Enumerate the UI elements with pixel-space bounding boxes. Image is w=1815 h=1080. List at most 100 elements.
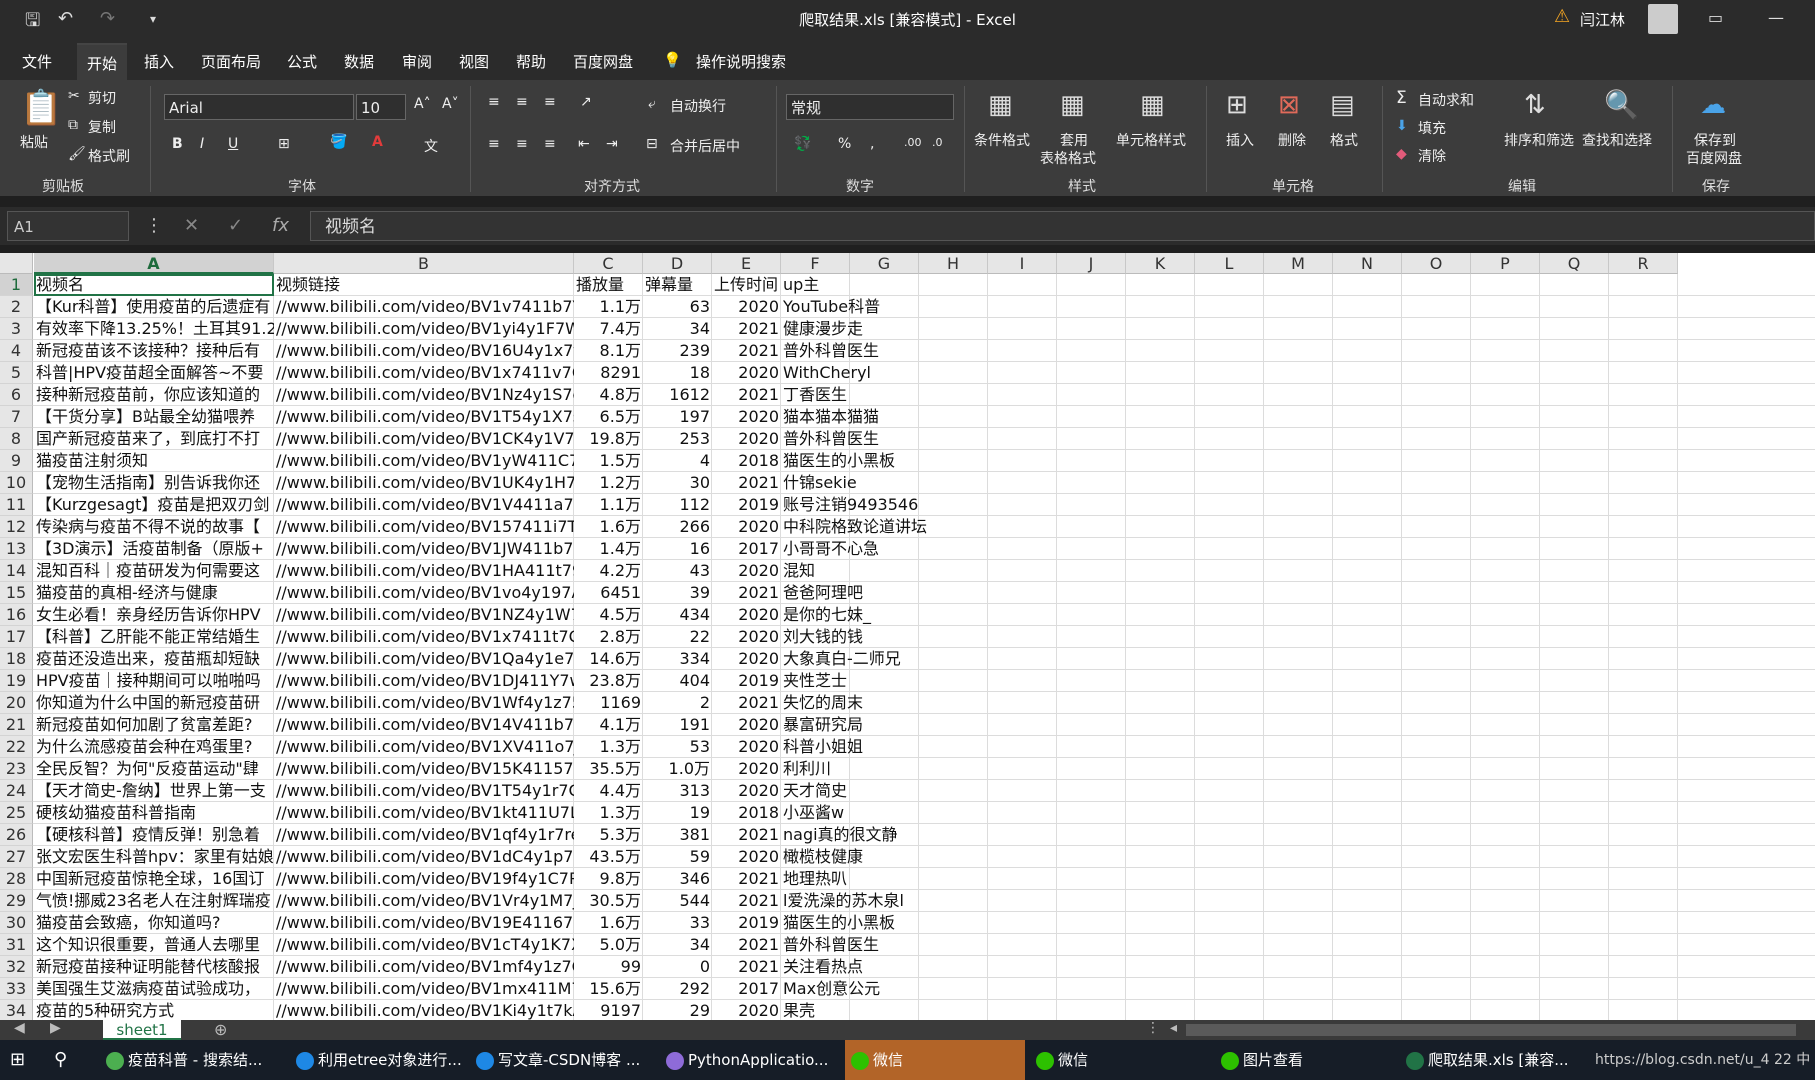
- row-header[interactable]: 31: [0, 934, 33, 956]
- table-cell[interactable]: 1.1万: [574, 296, 643, 318]
- tab-page-layout[interactable]: 页面布局: [201, 51, 261, 72]
- phonetic-icon[interactable]: 文: [424, 136, 438, 156]
- taskbar-item[interactable]: 爬取结果.xls [兼容...: [1400, 1040, 1590, 1080]
- table-cell[interactable]: 猫医生的小黑板: [781, 450, 939, 472]
- align-bottom-icon[interactable]: ≡: [544, 94, 556, 110]
- header-cell[interactable]: 视频链接: [274, 274, 574, 296]
- table-cell[interactable]: 接种新冠疫苗前，你应该知道的: [34, 384, 274, 406]
- font-name-select[interactable]: Arial: [164, 94, 354, 120]
- table-cell[interactable]: nagi真的很文静: [781, 824, 939, 846]
- table-cell[interactable]: 404: [643, 670, 712, 692]
- table-cell[interactable]: //www.bilibili.com/video/BV157411i7TN?f: [274, 516, 574, 538]
- table-cell[interactable]: 43.5万: [574, 846, 643, 868]
- new-sheet-icon[interactable]: ⊕: [214, 1020, 227, 1039]
- fill-color-icon[interactable]: 🪣: [330, 134, 347, 150]
- row-header[interactable]: 32: [0, 956, 33, 978]
- fill-button[interactable]: 填充: [1418, 118, 1446, 138]
- clear-button[interactable]: 清除: [1418, 146, 1446, 166]
- column-header-c[interactable]: C: [574, 253, 643, 274]
- table-cell[interactable]: //www.bilibili.com/video/BV1Wf4y1z75Y?: [274, 692, 574, 714]
- tab-file[interactable]: 文件: [22, 51, 52, 72]
- table-cell[interactable]: 普外科曾医生: [781, 428, 939, 450]
- table-cell[interactable]: 【Kurzgesagt】疫苗是把双刃剑: [34, 494, 274, 516]
- table-cell[interactable]: //www.bilibili.com/video/BV1qf4y1r7re?fr: [274, 824, 574, 846]
- table-cell[interactable]: 刘大钱的钱: [781, 626, 939, 648]
- table-cell[interactable]: //www.bilibili.com/video/BV1Nz4y1S7cA?: [274, 384, 574, 406]
- table-cell[interactable]: 【干货分享】B站最全幼猫喂养: [34, 406, 274, 428]
- column-header-h[interactable]: H: [919, 253, 988, 274]
- comma-icon[interactable]: ,: [870, 136, 874, 152]
- table-cell[interactable]: 99: [574, 956, 643, 978]
- table-cell[interactable]: //www.bilibili.com/video/BV1HA411t79F?f: [274, 560, 574, 582]
- table-cell[interactable]: 2021: [712, 934, 781, 956]
- table-cell[interactable]: 23.8万: [574, 670, 643, 692]
- sort-filter-button[interactable]: 排序和筛选: [1504, 130, 1574, 150]
- table-cell[interactable]: 35.5万: [574, 758, 643, 780]
- table-cell[interactable]: //www.bilibili.com/video/BV1vo4y197A8?f: [274, 582, 574, 604]
- table-cell[interactable]: //www.bilibili.com/video/BV1x7411t7QY?f: [274, 626, 574, 648]
- font-size-select[interactable]: 10: [356, 94, 406, 120]
- table-cell[interactable]: 4.8万: [574, 384, 643, 406]
- orientation-icon[interactable]: ↗: [580, 94, 592, 110]
- column-header-f[interactable]: F: [781, 253, 850, 274]
- row-header[interactable]: 2: [0, 296, 33, 318]
- table-cell[interactable]: 果壳: [781, 1000, 939, 1020]
- cell-styles-button[interactable]: 单元格样式: [1116, 130, 1186, 150]
- table-cell[interactable]: 硬核幼猫疫苗科普指南: [34, 802, 274, 824]
- table-cell[interactable]: 新冠疫苗接种证明能替代核酸报: [34, 956, 274, 978]
- table-cell[interactable]: //www.bilibili.com/video/BV19E41167FA?: [274, 912, 574, 934]
- table-cell[interactable]: 1169: [574, 692, 643, 714]
- table-cell[interactable]: //www.bilibili.com/video/BV1CK4y1V7aV: [274, 428, 574, 450]
- table-cell[interactable]: //www.bilibili.com/video/BV14V411b7sH?: [274, 714, 574, 736]
- table-cell[interactable]: 大象真白-二师兄: [781, 648, 939, 670]
- table-cell[interactable]: 7.4万: [574, 318, 643, 340]
- table-cell[interactable]: 为什么流感疫苗会种在鸡蛋里?: [34, 736, 274, 758]
- row-header[interactable]: 6: [0, 384, 33, 406]
- table-cell[interactable]: 39: [643, 582, 712, 604]
- table-cell[interactable]: 0: [643, 956, 712, 978]
- format-as-table-icon[interactable]: ▦: [1060, 90, 1085, 120]
- table-cell[interactable]: 30: [643, 472, 712, 494]
- align-top-icon[interactable]: ≡: [488, 94, 500, 110]
- table-cell[interactable]: 疫苗还没造出来，疫苗瓶却短缺: [34, 648, 274, 670]
- table-cell[interactable]: 暴富研究局: [781, 714, 939, 736]
- table-cell[interactable]: 全民反智？为何"反疫苗运动"肆: [34, 758, 274, 780]
- fill-icon[interactable]: ⬇: [1396, 118, 1408, 134]
- taskbar-item[interactable]: PythonApplicatio...: [660, 1040, 842, 1080]
- table-cell[interactable]: 14.6万: [574, 648, 643, 670]
- align-left-icon[interactable]: ≡: [488, 136, 500, 152]
- table-cell[interactable]: 9.8万: [574, 868, 643, 890]
- table-cell[interactable]: 【宠物生活指南】别告诉我你还: [34, 472, 274, 494]
- row-header[interactable]: 21: [0, 714, 33, 736]
- table-cell[interactable]: 2021: [712, 890, 781, 912]
- insert-cells-icon[interactable]: ⊞: [1226, 90, 1248, 120]
- table-cell[interactable]: 1.3万: [574, 802, 643, 824]
- table-cell[interactable]: 19: [643, 802, 712, 824]
- cell-styles-icon[interactable]: ▦: [1140, 90, 1165, 120]
- find-select-button[interactable]: 查找和选择: [1582, 130, 1652, 150]
- table-cell[interactable]: 334: [643, 648, 712, 670]
- row-header[interactable]: 24: [0, 780, 33, 802]
- table-cell[interactable]: //www.bilibili.com/video/BV1dC4y1p71M?: [274, 846, 574, 868]
- table-cell[interactable]: 33: [643, 912, 712, 934]
- table-cell[interactable]: 434: [643, 604, 712, 626]
- table-cell[interactable]: //www.bilibili.com/video/BV1Qa4y1e7AX?: [274, 648, 574, 670]
- table-cell[interactable]: //www.bilibili.com/video/BV1yi4y1F7WC?: [274, 318, 574, 340]
- name-box[interactable]: A1: [7, 211, 129, 241]
- table-cell[interactable]: 【Kur科普】使用疫苗的后遗症有: [34, 296, 274, 318]
- table-cell[interactable]: 2020: [712, 406, 781, 428]
- table-cell[interactable]: 2020: [712, 516, 781, 538]
- column-header-q[interactable]: Q: [1540, 253, 1609, 274]
- table-cell[interactable]: 2021: [712, 318, 781, 340]
- header-cell[interactable]: 弹幕量: [643, 274, 712, 296]
- save-to-netdisk-label1[interactable]: 保存到: [1694, 130, 1736, 150]
- table-cell[interactable]: //www.bilibili.com/video/BV1NZ4y1W7Bk: [274, 604, 574, 626]
- copy-icon[interactable]: ⧉: [68, 117, 78, 133]
- table-cell[interactable]: 疫苗的5种研究方式: [34, 1000, 274, 1020]
- table-cell[interactable]: 6.5万: [574, 406, 643, 428]
- sheet-tab[interactable]: sheet1: [103, 1020, 181, 1040]
- row-header[interactable]: 28: [0, 868, 33, 890]
- split-handle-icon[interactable]: ⋮: [1146, 1020, 1160, 1036]
- table-cell[interactable]: 2021: [712, 384, 781, 406]
- delete-cells-button[interactable]: 删除: [1278, 130, 1306, 150]
